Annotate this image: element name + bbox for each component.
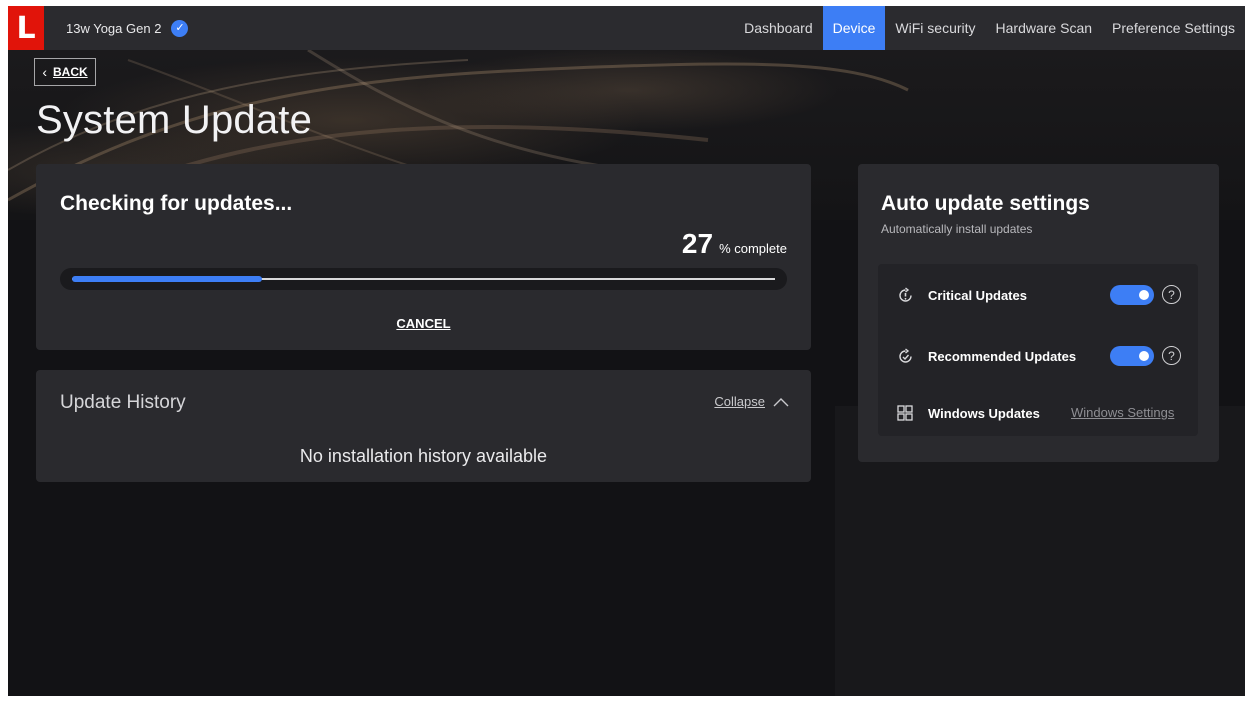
update-check-card: Checking for updates... 27 % complete CA… [36,164,811,350]
nav-dashboard[interactable]: Dashboard [734,6,823,50]
update-history-card: Update History Collapse No installation … [36,370,811,482]
chevron-up-icon [773,397,789,406]
device-name: 13w Yoga Gen 2 [66,20,162,36]
recommended-updates-label: Recommended Updates [928,348,1077,364]
cancel-button[interactable]: CANCEL [36,316,811,331]
percent-suffix: % complete [719,241,787,256]
nav-device[interactable]: Device [822,6,886,50]
critical-updates-label: Critical Updates [928,287,1027,303]
recommended-updates-toggle[interactable] [1110,346,1154,366]
verified-check-icon: ✓ [171,19,189,37]
critical-updates-row: Critical Updates [896,282,1027,308]
critical-updates-toggle[interactable] [1110,285,1154,305]
critical-help-icon[interactable]: ? [1162,285,1181,304]
lenovo-logo: L [8,6,44,50]
chevron-left-icon: ‹ [42,64,47,80]
nav-hardware-scan[interactable]: Hardware Scan [986,6,1103,50]
collapse-button[interactable]: Collapse [714,394,789,409]
history-heading: Update History [60,392,186,413]
recommended-updates-row: Recommended Updates [896,343,1076,369]
nav-wifi-security[interactable]: WiFi security [885,6,985,50]
nav-preference-settings[interactable]: Preference Settings [1102,6,1245,50]
percent-value: 27 [681,228,714,259]
progress-bar [60,268,787,290]
recommended-help-icon[interactable]: ? [1162,346,1181,365]
critical-update-icon [896,286,914,304]
back-button[interactable]: ‹ BACK [34,58,96,86]
back-label: BACK [53,65,88,79]
checking-heading: Checking for updates... [60,192,293,215]
auto-update-heading: Auto update settings [881,192,1090,215]
main-nav: Dashboard Device WiFi security Hardware … [734,6,1245,50]
app-window: L 13w Yoga Gen 2 ✓ Dashboard Device WiFi… [8,6,1245,696]
auto-update-card: Auto update settings Automatically insta… [858,164,1219,462]
empty-history-message: No installation history available [299,446,548,466]
top-bar: L 13w Yoga Gen 2 ✓ Dashboard Device WiFi… [8,6,1245,50]
recommended-update-icon [896,347,914,365]
collapse-label: Collapse [714,394,765,409]
auto-update-subheading: Automatically install updates [881,222,1033,236]
page-title: System Update [36,98,313,142]
windows-updates-row: Windows Updates [896,400,1040,426]
progress-percent: 27 % complete [682,228,787,260]
windows-icon [896,404,914,422]
windows-settings-link[interactable]: Windows Settings [1071,405,1174,420]
settings-list: Critical Updates ? Recommended Updates ?… [878,264,1198,436]
windows-updates-label: Windows Updates [928,405,1040,421]
progress-fill [72,276,262,282]
